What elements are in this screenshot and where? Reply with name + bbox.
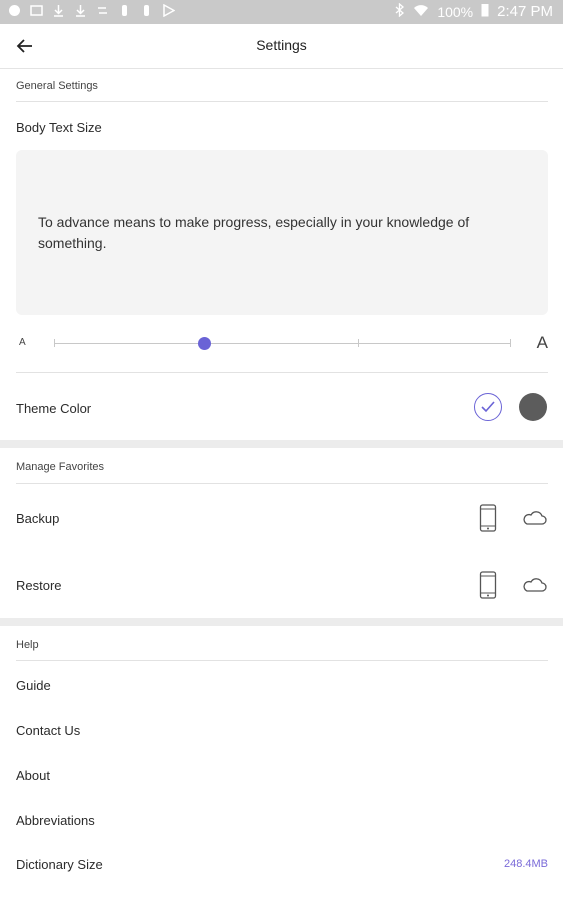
section-separator <box>0 440 563 448</box>
help-item-abbreviations[interactable]: Abbreviations <box>16 813 95 828</box>
cloud-icon <box>523 578 547 592</box>
play-store-icon <box>162 3 176 18</box>
divider <box>16 660 548 661</box>
section-separator <box>0 618 563 626</box>
cloud-icon <box>523 511 547 525</box>
app-bar: Settings <box>0 24 563 69</box>
preview-text: To advance means to make progress, espec… <box>38 214 470 251</box>
phone-icon <box>479 571 497 599</box>
help-item-dictionary-size[interactable]: Dictionary Size <box>16 857 103 872</box>
shield-icon <box>8 4 21 17</box>
section-general-settings: General Settings <box>16 80 98 92</box>
download-icon <box>74 4 87 17</box>
theme-color-dark[interactable] <box>519 393 547 421</box>
clock: 2:47 PM <box>497 3 553 20</box>
person-icon <box>140 4 153 17</box>
wifi-icon <box>413 3 429 20</box>
help-item-contact-us[interactable]: Contact Us <box>16 723 80 738</box>
slider-max-label: A <box>536 333 548 352</box>
dictionary-size-value: 248.4MB <box>503 858 548 870</box>
slider-tick <box>54 339 55 347</box>
check-icon <box>481 401 495 413</box>
notification-icons <box>8 3 176 18</box>
slider-track[interactable] <box>54 343 510 344</box>
system-indicators: 100% 2:47 PM <box>395 2 553 20</box>
backup-label: Backup <box>16 511 60 526</box>
backup-cloud-button[interactable] <box>521 509 547 532</box>
divider <box>16 372 548 373</box>
sync-icon <box>96 4 109 17</box>
restore-label: Restore <box>16 578 62 593</box>
help-item-about[interactable]: About <box>16 768 50 783</box>
text-size-slider[interactable]: A A <box>16 330 548 358</box>
theme-color-label: Theme Color <box>16 401 92 416</box>
battery-icon <box>481 3 489 20</box>
section-manage-favorites: Manage Favorites <box>16 461 105 473</box>
section-help: Help <box>16 639 39 651</box>
phone-icon <box>479 504 497 532</box>
slider-min-label: A <box>19 337 26 348</box>
battery-percent: 100% <box>437 3 474 20</box>
image-icon <box>30 4 43 17</box>
theme-color-light[interactable] <box>474 393 502 421</box>
page-title: Settings <box>256 37 307 53</box>
person-icon <box>118 4 131 17</box>
bluetooth-icon <box>395 2 405 20</box>
slider-tick <box>358 339 359 347</box>
download-icon <box>52 4 65 17</box>
slider-thumb[interactable] <box>197 337 211 350</box>
divider <box>16 483 548 484</box>
help-item-guide[interactable]: Guide <box>16 678 51 693</box>
body-text-size-label: Body Text Size <box>16 120 102 135</box>
restore-cloud-button[interactable] <box>521 576 547 599</box>
divider <box>16 101 548 102</box>
status-bar: 100% 2:47 PM <box>0 0 563 24</box>
slider-tick <box>510 339 511 347</box>
text-size-preview: To advance means to make progress, espec… <box>16 150 548 315</box>
backup-device-button[interactable] <box>479 504 497 537</box>
restore-device-button[interactable] <box>479 571 497 604</box>
